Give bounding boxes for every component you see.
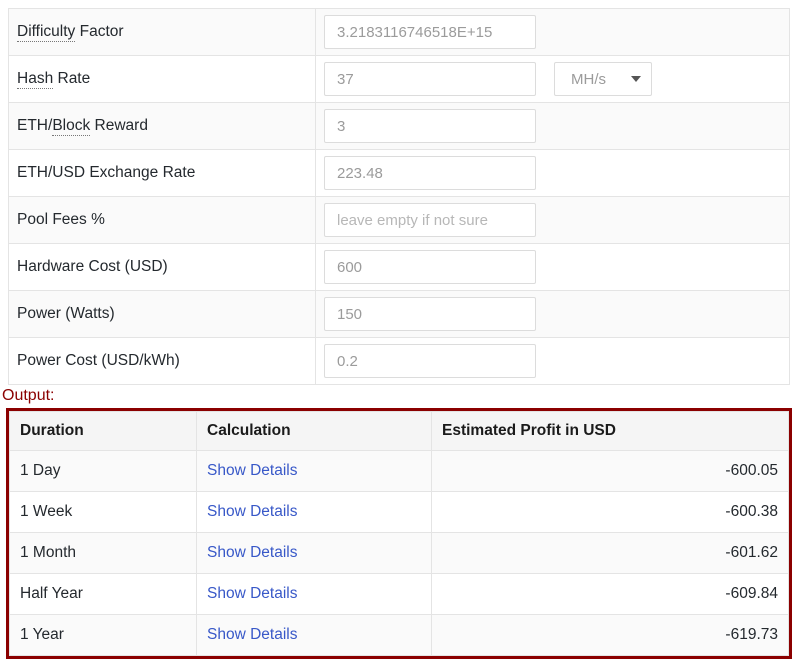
label-hardware-cost: Hardware Cost (USD) [9,244,316,291]
cell-calculation: Show Details [197,450,432,491]
results-table: Duration Calculation Estimated Profit in… [9,411,789,656]
label-tooltip-term[interactable]: Difficulty [17,23,75,42]
field-wrap [324,344,789,378]
show-details-link[interactable]: Show Details [207,626,297,643]
cell-estimated-profit: -619.73 [432,614,789,655]
show-details-link[interactable]: Show Details [207,462,297,479]
form-row-difficulty-factor: Difficulty Factor [9,9,790,56]
field-wrap [324,15,789,49]
label-text-prefix: ETH/ [17,117,52,134]
field-power-cost [316,338,790,385]
field-wrap [324,156,789,190]
cell-calculation: Show Details [197,532,432,573]
hardware-cost-input[interactable] [324,250,536,284]
field-eth-block-reward [316,103,790,150]
field-wrap [324,203,789,237]
label-text: Rate [53,70,90,87]
difficulty-factor-input[interactable] [324,15,536,49]
power-watts-input[interactable] [324,297,536,331]
show-details-link[interactable]: Show Details [207,503,297,520]
table-row: 1 Week Show Details -600.38 [10,491,789,532]
cell-calculation: Show Details [197,573,432,614]
mining-parameters-form: Difficulty Factor Hash Rate MH/s [8,8,790,385]
cell-duration: 1 Week [10,491,197,532]
eth-block-reward-input[interactable] [324,109,536,143]
label-eth-usd-exchange-rate: ETH/USD Exchange Rate [9,150,316,197]
label-text: Factor [75,23,123,40]
table-row: Half Year Show Details -609.84 [10,573,789,614]
field-wrap: MH/s [324,62,789,96]
cell-estimated-profit: -600.38 [432,491,789,532]
form-row-hardware-cost: Hardware Cost (USD) [9,244,790,291]
cell-estimated-profit: -609.84 [432,573,789,614]
column-header-duration: Duration [10,411,197,450]
table-header-row: Duration Calculation Estimated Profit in… [10,411,789,450]
hash-rate-input[interactable] [324,62,536,96]
cell-duration: 1 Month [10,532,197,573]
table-row: 1 Month Show Details -601.62 [10,532,789,573]
field-pool-fees [316,197,790,244]
eth-usd-exchange-rate-input[interactable] [324,156,536,190]
results-table-body: 1 Day Show Details -600.05 1 Week Show D… [10,450,789,655]
field-wrap [324,250,789,284]
field-wrap [324,109,789,143]
results-table-head: Duration Calculation Estimated Profit in… [10,411,789,450]
label-tooltip-term[interactable]: Block [52,117,90,136]
label-difficulty-factor: Difficulty Factor [9,9,316,56]
label-power-cost: Power Cost (USD/kWh) [9,338,316,385]
label-hash-rate: Hash Rate [9,56,316,103]
form-row-eth-usd-exchange-rate: ETH/USD Exchange Rate [9,150,790,197]
cell-estimated-profit: -601.62 [432,532,789,573]
field-wrap [324,297,789,331]
label-text: Reward [90,117,148,134]
output-heading: Output: [2,387,798,405]
form-row-power-watts: Power (Watts) [9,291,790,338]
form-rows: Difficulty Factor Hash Rate MH/s [9,9,790,385]
form-row-pool-fees: Pool Fees % [9,197,790,244]
column-header-estimated-profit: Estimated Profit in USD [432,411,789,450]
cell-calculation: Show Details [197,614,432,655]
field-hardware-cost [316,244,790,291]
form-row-hash-rate: Hash Rate MH/s [9,56,790,103]
label-pool-fees: Pool Fees % [9,197,316,244]
show-details-link[interactable]: Show Details [207,585,297,602]
cell-calculation: Show Details [197,491,432,532]
hash-rate-unit-select[interactable]: MH/s [554,62,652,96]
show-details-link[interactable]: Show Details [207,544,297,561]
output-panel: Duration Calculation Estimated Profit in… [6,408,792,659]
field-hash-rate: MH/s [316,56,790,103]
power-cost-input[interactable] [324,344,536,378]
cell-duration: 1 Year [10,614,197,655]
cell-duration: Half Year [10,573,197,614]
chevron-down-icon [631,76,641,82]
label-eth-block-reward: ETH/Block Reward [9,103,316,150]
table-row: 1 Day Show Details -600.05 [10,450,789,491]
form-row-eth-block-reward: ETH/Block Reward [9,103,790,150]
cell-estimated-profit: -600.05 [432,450,789,491]
column-header-calculation: Calculation [197,411,432,450]
hash-rate-unit-value: MH/s [571,71,606,88]
pool-fees-input[interactable] [324,203,536,237]
label-tooltip-term[interactable]: Hash [17,70,53,89]
field-power-watts [316,291,790,338]
label-power-watts: Power (Watts) [9,291,316,338]
cell-duration: 1 Day [10,450,197,491]
field-eth-usd-exchange-rate [316,150,790,197]
table-row: 1 Year Show Details -619.73 [10,614,789,655]
form-row-power-cost: Power Cost (USD/kWh) [9,338,790,385]
field-difficulty-factor [316,9,790,56]
